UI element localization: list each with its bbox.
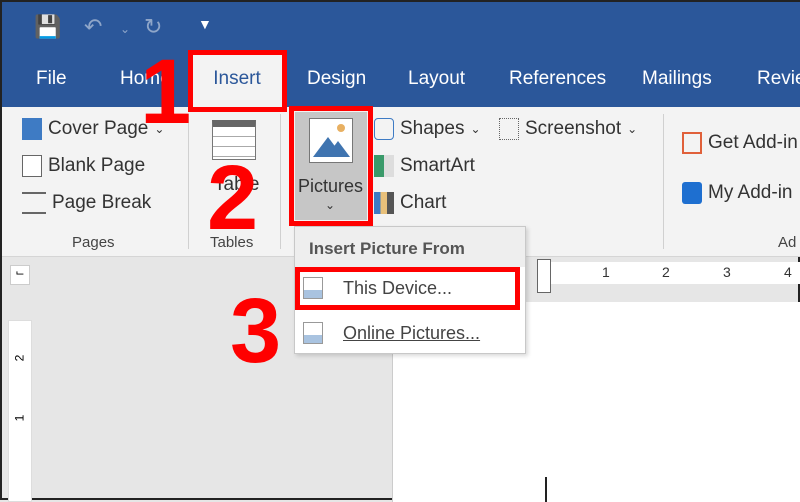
chart-icon	[374, 192, 394, 214]
vertical-ruler[interactable]: 2 1	[8, 320, 32, 502]
text-cursor	[545, 477, 547, 502]
step-number-1: 1	[140, 41, 192, 143]
page-break-label: Page Break	[52, 192, 152, 213]
tab-layout[interactable]: Layout	[408, 68, 465, 90]
get-addins-button[interactable]: Get Add-in	[682, 132, 798, 154]
menu-item-online-pictures[interactable]: Online Pictures...	[303, 322, 480, 344]
cover-page-label: Cover Page	[48, 118, 149, 139]
ruler-number: 2	[662, 264, 670, 280]
highlight-pictures-button	[289, 106, 373, 226]
get-addins-label: Get Add-in	[708, 132, 798, 153]
ruler-number: 2	[12, 354, 27, 362]
step-number-2: 2	[207, 147, 259, 249]
online-pictures-label: Online Pictures...	[343, 322, 481, 343]
title-bar: 💾 ↶ ⌄ ↻ ▼ File Home Insert Design Layout…	[2, 2, 800, 108]
ruler-number: 4	[784, 264, 792, 280]
save-icon[interactable]: 💾	[34, 14, 61, 40]
group-label-pages: Pages	[72, 234, 115, 251]
ruler-number: 1	[12, 414, 27, 422]
my-addins-label: My Add-in	[708, 182, 793, 203]
smartart-button[interactable]: SmartArt	[374, 155, 475, 177]
horizontal-ruler[interactable]: 1 2 3 4	[542, 262, 800, 284]
my-addins-button[interactable]: My Add-in	[682, 182, 792, 204]
screenshot-button[interactable]: Screenshot ⌄	[499, 118, 637, 140]
page-break-icon	[22, 192, 46, 214]
online-pictures-icon	[303, 322, 323, 344]
shapes-button[interactable]: Shapes ⌄	[374, 118, 481, 140]
cover-page-icon	[22, 118, 42, 140]
blank-page-button[interactable]: Blank Page	[22, 155, 145, 177]
blank-page-label: Blank Page	[48, 155, 146, 176]
redo-icon[interactable]: ↻	[144, 14, 162, 40]
smartart-label: SmartArt	[400, 155, 475, 176]
step-number-3: 3	[230, 280, 282, 382]
chevron-down-icon: ⌄	[627, 122, 638, 136]
tab-review[interactable]: Revie	[757, 68, 800, 90]
tab-design[interactable]: Design	[307, 68, 366, 90]
undo-icon[interactable]: ↶	[84, 14, 102, 40]
smartart-icon	[374, 155, 394, 177]
chart-label: Chart	[400, 192, 447, 213]
tab-stop-selector[interactable]: ⌙	[10, 265, 30, 285]
undo-dropdown-icon[interactable]: ⌄	[120, 22, 130, 36]
menu-header: Insert Picture From	[295, 227, 525, 267]
divider	[663, 114, 664, 249]
highlight-this-device	[295, 267, 520, 310]
ruler-number: 1	[602, 264, 610, 280]
chart-button[interactable]: Chart	[374, 192, 446, 214]
screenshot-icon	[499, 118, 519, 140]
page-break-button[interactable]: Page Break	[22, 192, 151, 214]
indent-marker[interactable]	[537, 259, 551, 293]
chevron-down-icon: ⌄	[470, 122, 481, 136]
divider	[280, 114, 281, 249]
screenshot-label: Screenshot	[525, 118, 622, 139]
customize-icon[interactable]: ▼	[198, 16, 212, 32]
ruler-number: 3	[723, 264, 731, 280]
group-label-addins: Ad	[778, 234, 797, 251]
get-addins-icon	[682, 132, 702, 154]
shapes-label: Shapes	[400, 118, 465, 139]
tab-references[interactable]: References	[509, 68, 606, 90]
my-addins-icon	[682, 182, 702, 204]
blank-page-icon	[22, 155, 42, 177]
shapes-icon	[374, 118, 394, 140]
tab-mailings[interactable]: Mailings	[642, 68, 712, 90]
tab-file[interactable]: File	[36, 68, 67, 90]
highlight-insert-tab	[188, 50, 287, 112]
